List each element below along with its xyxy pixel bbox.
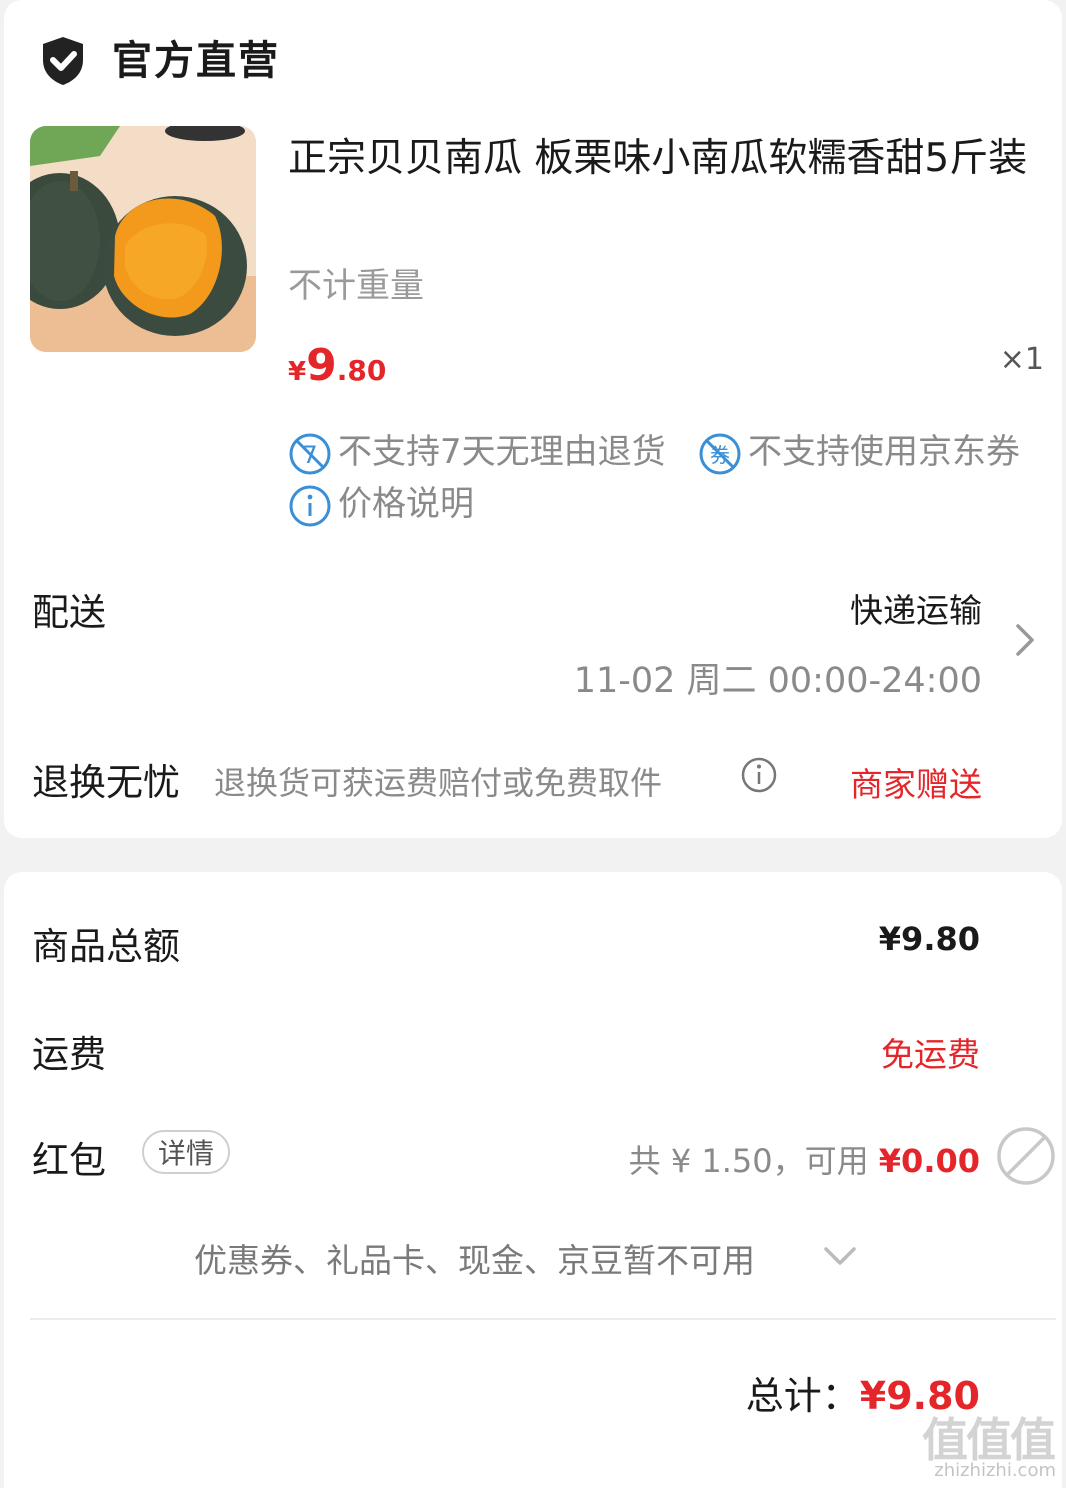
goods-total-label: 商品总额 [32,925,180,968]
shield-check-icon [43,37,83,85]
return-service-desc: 退换货可获运费赔付或免费取件 [214,764,663,802]
product-image[interactable] [30,126,256,352]
divider [30,1318,1056,1320]
order-item-card: 官方直营 正宗贝贝南瓜 板栗味小南瓜软糯香甜5斤装 不计重量 ¥9.80 ×1 … [4,0,1062,838]
no-coupon-icon: 券 [699,433,741,474]
total-label: 总计： [745,1374,860,1418]
no-return-icon: 7 [289,433,331,474]
goods-total-value: ¥9.80 [878,920,980,958]
return-service-value: 商家赠送 [850,765,982,804]
tag-price-info[interactable]: 价格说明 [288,480,474,528]
price-integer: 9 [306,340,337,391]
tag-no-7day-return[interactable]: 7 不支持7天无理由退货 [288,428,666,476]
chevron-down-icon[interactable] [820,1244,860,1268]
pumpkin-image [30,126,256,352]
tag-no-coupon-label: 不支持使用京东券 [748,432,1020,472]
price-decimal: .80 [336,354,387,387]
redpacket-total: 共 ¥ 1.50，可用 [628,1142,869,1180]
shipping-label: 运费 [32,1033,106,1076]
return-service-label: 退换无忧 [32,761,180,804]
redpacket-label: 红包 [32,1139,106,1182]
product-price: ¥9.80 [288,336,386,405]
tag-price-info-label: 价格说明 [338,484,474,524]
info-icon [289,485,331,526]
watermark-url: zhizhizhi.com [934,1460,1056,1481]
delivery-method[interactable]: 快递运输 [850,584,982,632]
shipping-value: 免运费 [881,1035,980,1074]
info-icon[interactable] [740,756,778,794]
delivery-label: 配送 [32,591,106,634]
redpacket-available: ¥0.00 [878,1142,980,1180]
chevron-right-icon[interactable] [1014,620,1038,660]
disabled-select-icon[interactable] [996,1126,1056,1186]
product-quantity: ×1 [999,342,1044,377]
redpacket-summary: 共 ¥ 1.50，可用 ¥0.00 [629,1136,980,1182]
tag-no-coupon[interactable]: 券 不支持使用京东券 [698,428,1020,476]
product-spec: 不计重量 [288,266,424,306]
tag-no-return-label: 不支持7天无理由退货 [338,432,666,472]
product-name[interactable]: 正宗贝贝南瓜 板栗味小南瓜软糯香甜5斤装 [288,130,1048,188]
shop-title[interactable]: 官方直营 [112,34,280,88]
redpacket-detail-button[interactable]: 详情 [142,1130,230,1174]
delivery-time[interactable]: 11-02 周二 00:00-24:00 [574,652,982,703]
price-currency: ¥ [288,357,307,387]
unavailable-payments-note[interactable]: 优惠券、礼品卡、现金、京豆暂不可用 [194,1234,755,1282]
